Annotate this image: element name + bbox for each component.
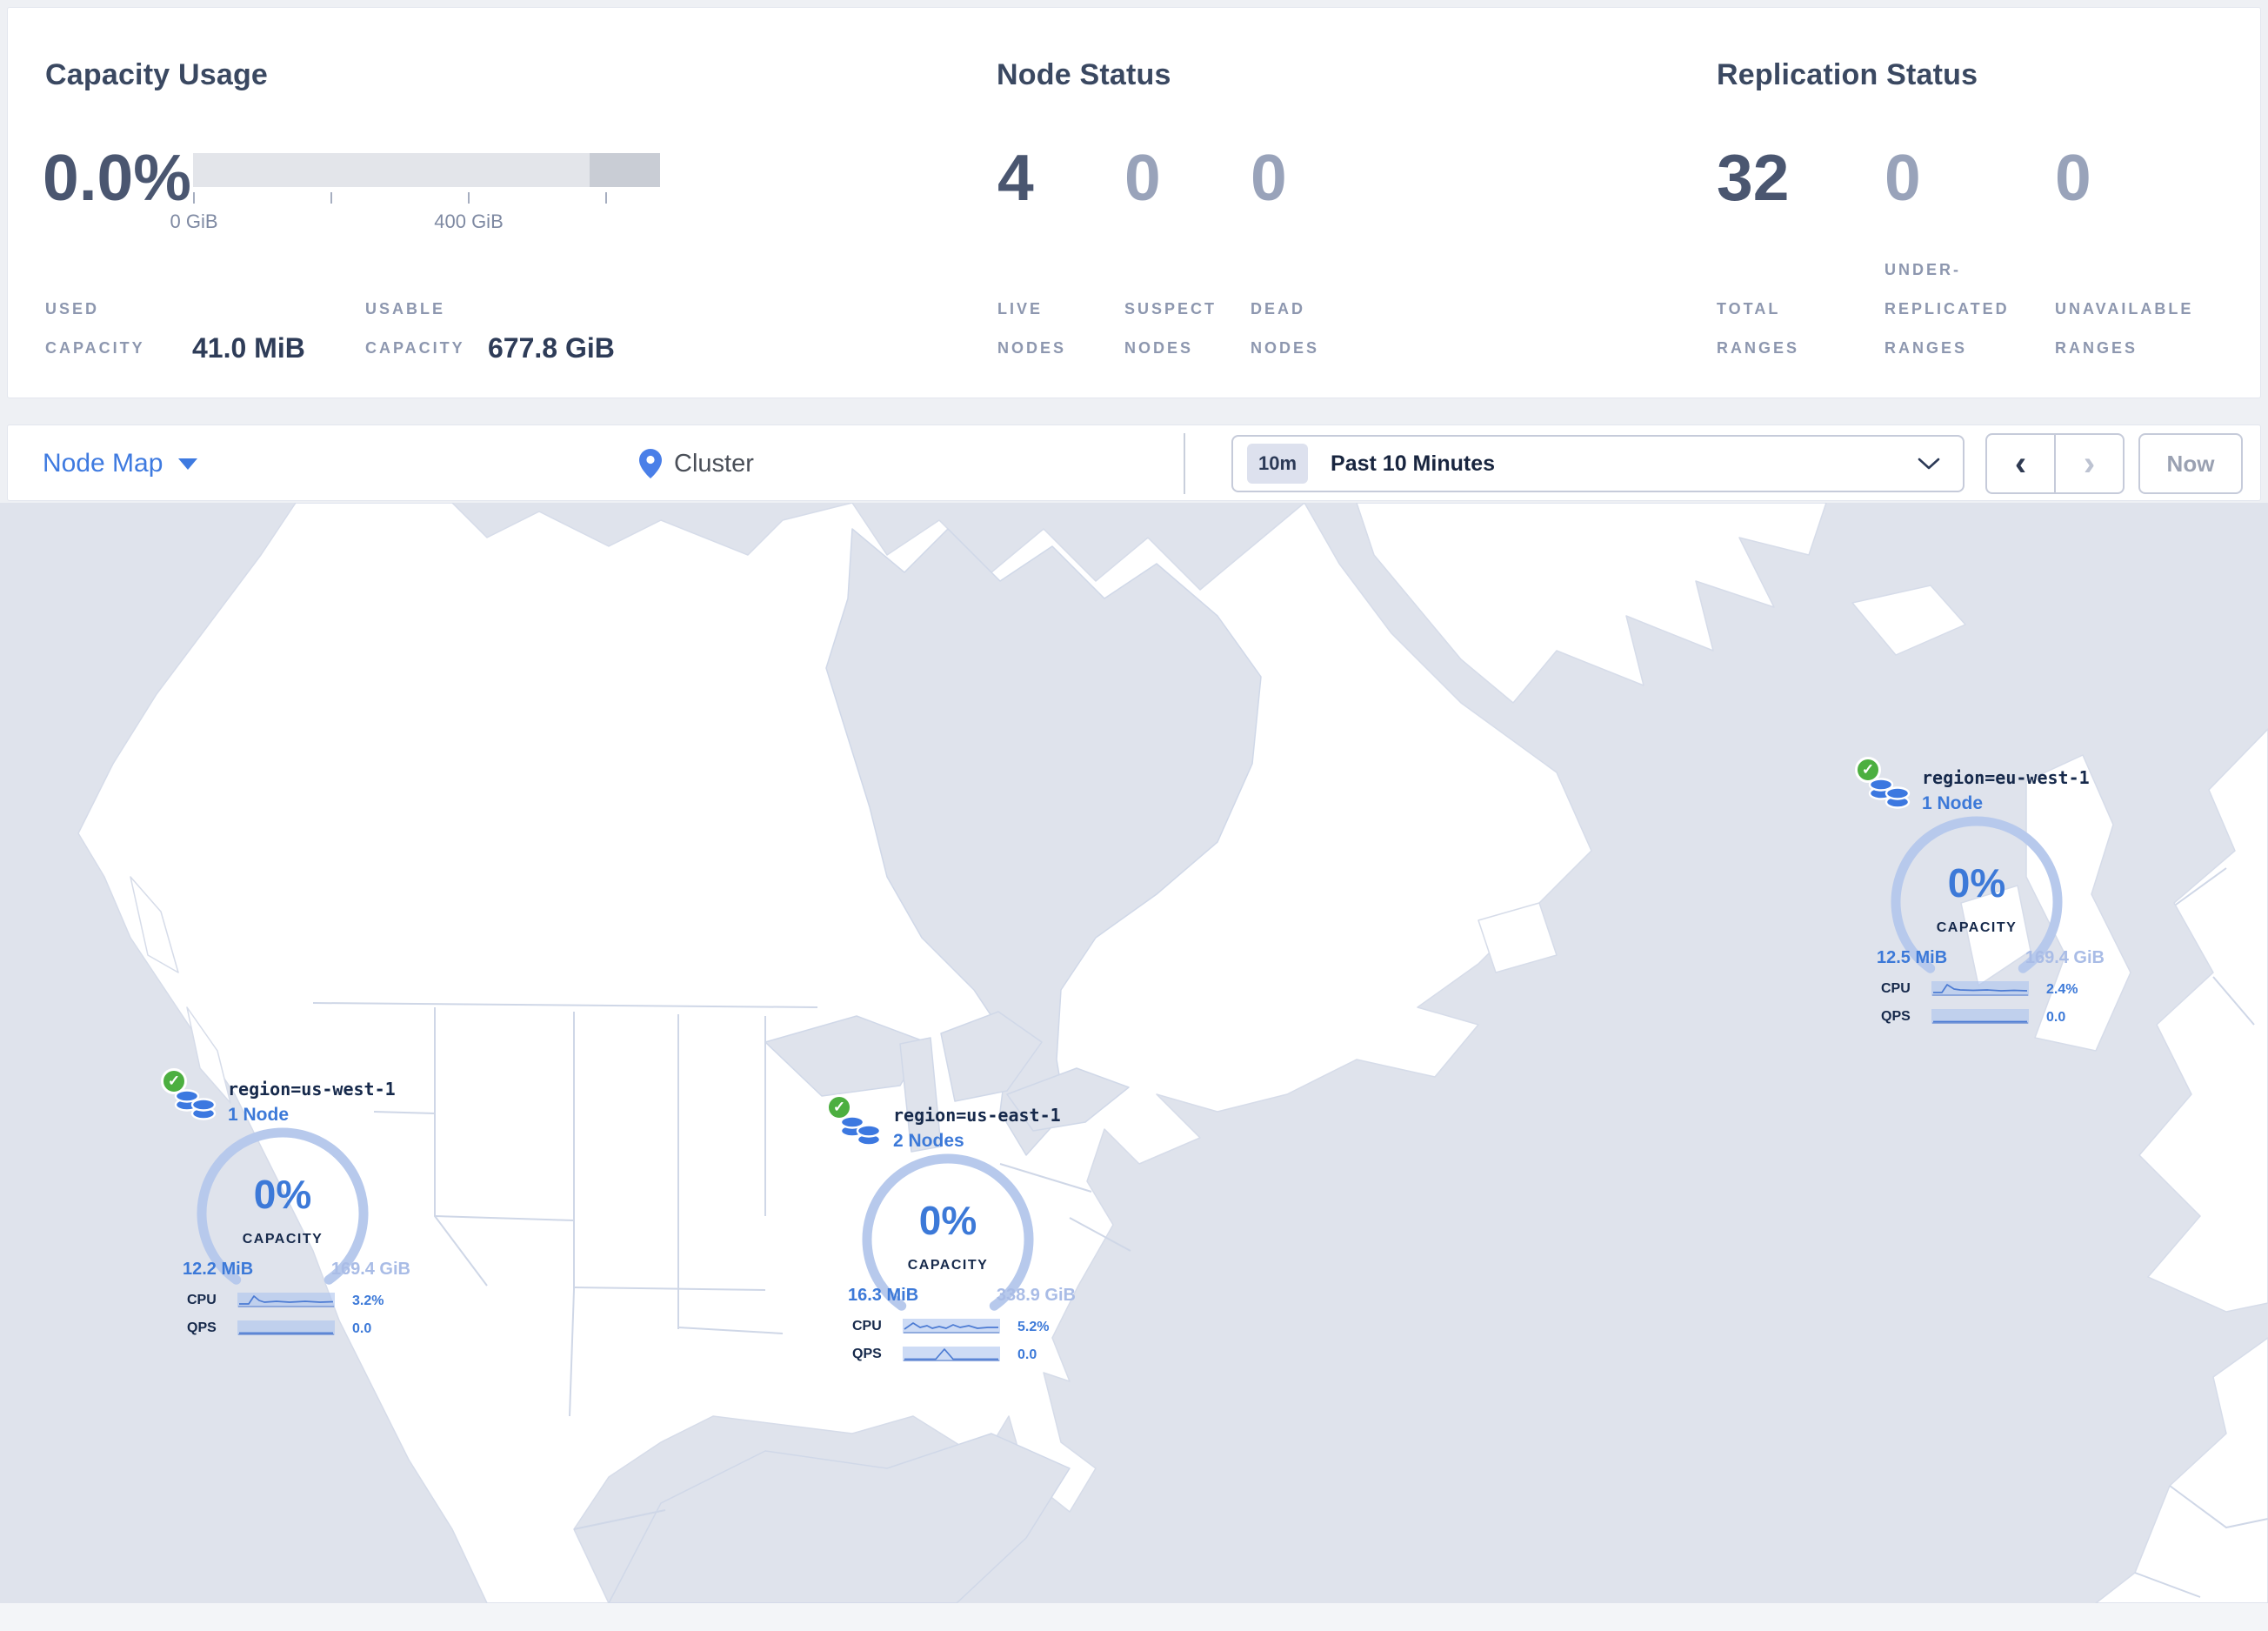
database-stack-icon <box>174 1089 217 1120</box>
region-capacity-percent: 0% <box>1947 860 2006 906</box>
next-time-button[interactable]: › <box>2056 435 2123 492</box>
cpu-value: 3.2% <box>352 1293 384 1308</box>
qps-label: QPS <box>852 1347 882 1361</box>
region-marker-us-east-1[interactable]: ✓ region=us-east-1 2 Nodes 0% CAPACITY 1… <box>826 1094 1097 1381</box>
unavailable-ranges-label-line1: UNAVAILABLE <box>2055 300 2194 318</box>
capacity-usage-title: Capacity Usage <box>45 58 269 91</box>
suspect-nodes-label-line2: NODES <box>1124 339 1194 357</box>
live-nodes-label-line1: LIVE <box>997 300 1044 318</box>
breadcrumb-label: Cluster <box>674 449 754 478</box>
page-footer-strip <box>0 1603 2268 1631</box>
suspect-nodes-label-line1: SUSPECT <box>1124 300 1217 318</box>
under-replicated-label-line3: RANGES <box>1884 339 1968 357</box>
cluster-summary-panel: Capacity Usage 0.0% 0 GiB 400 GiB USED C… <box>7 7 2261 398</box>
axis-tick <box>330 192 332 204</box>
region-capacity-label: CAPACITY <box>907 1258 989 1273</box>
region-total-capacity: 338.9 GiB <box>996 1286 1076 1305</box>
axis-tick-label-low: 0 GiB <box>170 211 218 232</box>
capacity-usage-bar-other-segment <box>590 153 660 187</box>
database-stack-icon <box>839 1115 882 1146</box>
region-capacity-percent: 0% <box>918 1198 977 1243</box>
capacity-usage-bar <box>193 153 660 187</box>
qps-label: QPS <box>1881 1009 1911 1024</box>
under-replicated-label-line2: REPLICATED <box>1884 300 2010 318</box>
region-used-capacity: 12.5 MiB <box>1877 948 1948 967</box>
chevron-right-icon: › <box>2083 445 2096 483</box>
cpu-sparkline <box>237 1293 335 1307</box>
database-stack-icon <box>1868 778 1911 809</box>
qps-sparkline <box>1931 1009 2029 1024</box>
usable-capacity-value: 677.8 GiB <box>488 332 615 364</box>
usable-capacity-label-line1: USABLE <box>365 300 446 318</box>
cpu-value: 5.2% <box>1017 1320 1050 1334</box>
toolbar-divider <box>1184 433 1185 494</box>
breadcrumb-cluster[interactable]: Cluster <box>639 425 754 502</box>
cpu-label: CPU <box>187 1293 217 1307</box>
unavailable-ranges-label-line2: RANGES <box>2055 339 2138 357</box>
time-range-label: Past 10 Minutes <box>1331 451 1495 476</box>
region-used-capacity: 16.3 MiB <box>848 1286 919 1305</box>
region-marker-us-west-1[interactable]: ✓ region=us-west-1 1 Node 0% CAPACITY 12… <box>161 1068 432 1355</box>
used-capacity-value: 41.0 MiB <box>192 332 305 364</box>
dead-nodes-label-line1: DEAD <box>1251 300 1306 318</box>
time-range-dropdown[interactable]: 10m Past 10 Minutes <box>1231 435 1964 492</box>
now-button[interactable]: Now <box>2138 433 2243 494</box>
qps-label: QPS <box>187 1320 217 1335</box>
map-pin-icon <box>639 449 662 478</box>
qps-sparkline <box>903 1347 1000 1361</box>
cpu-label: CPU <box>1881 981 1911 996</box>
region-total-capacity: 169.4 GiB <box>330 1260 410 1279</box>
prev-time-button[interactable]: ‹ <box>1987 435 2056 492</box>
time-step-buttons: ‹ › <box>1985 433 2125 494</box>
region-name: region=us-east-1 <box>893 1105 1061 1126</box>
used-capacity-label-line1: USED <box>45 300 100 318</box>
time-range-badge: 10m <box>1247 444 1309 484</box>
map-toolbar: Node Map Cluster 10m Past 10 Minutes ‹ ›… <box>7 424 2261 501</box>
live-nodes-count: 4 <box>997 141 1034 214</box>
total-ranges-label-line1: TOTAL <box>1717 300 1781 318</box>
qps-sparkline <box>237 1320 335 1335</box>
live-nodes-label-line2: NODES <box>997 339 1067 357</box>
under-replicated-ranges-count: 0 <box>1884 141 1921 214</box>
axis-tick-label-high: 400 GiB <box>434 211 504 232</box>
capacity-usage-percent: 0.0% <box>43 141 191 214</box>
region-name: region=us-west-1 <box>228 1079 396 1100</box>
view-selector-label: Node Map <box>43 449 163 478</box>
unavailable-ranges-count: 0 <box>2055 141 2091 214</box>
node-map: ✓ region=us-west-1 1 Node 0% CAPACITY 12… <box>0 503 2268 1603</box>
chevron-down-icon <box>178 458 198 470</box>
region-marker-eu-west-1[interactable]: ✓ region=eu-west-1 1 Node 0% CAPACITY 12… <box>1855 757 2126 1044</box>
usable-capacity-label-line2: CAPACITY <box>365 339 465 357</box>
region-capacity-label: CAPACITY <box>1936 920 2018 935</box>
chevron-down-icon <box>1918 458 1940 470</box>
view-selector-dropdown[interactable]: Node Map <box>43 425 198 502</box>
world-map <box>0 503 2268 1603</box>
qps-value: 0.0 <box>352 1321 372 1336</box>
used-capacity-label-line2: CAPACITY <box>45 339 145 357</box>
region-used-capacity: 12.2 MiB <box>183 1260 254 1279</box>
cpu-value: 2.4% <box>2046 982 2078 997</box>
axis-tick <box>193 192 195 204</box>
axis-tick <box>605 192 607 204</box>
cpu-sparkline <box>903 1319 1000 1334</box>
dead-nodes-label-line2: NODES <box>1251 339 1320 357</box>
cpu-sparkline <box>1931 981 2029 996</box>
cpu-label: CPU <box>852 1319 882 1334</box>
chevron-left-icon: ‹ <box>2014 445 2027 483</box>
total-ranges-count: 32 <box>1717 141 1790 214</box>
replication-status-title: Replication Status <box>1717 58 1978 91</box>
qps-value: 0.0 <box>2046 1010 2066 1025</box>
under-replicated-label-line1: UNDER- <box>1884 261 1961 278</box>
node-status-title: Node Status <box>997 58 1171 91</box>
region-capacity-label: CAPACITY <box>242 1232 324 1247</box>
region-total-capacity: 169.4 GiB <box>2025 948 2105 967</box>
qps-value: 0.0 <box>1017 1347 1037 1362</box>
axis-tick <box>468 192 470 204</box>
dead-nodes-count: 0 <box>1251 141 1287 214</box>
region-capacity-percent: 0% <box>253 1172 312 1217</box>
region-name: region=eu-west-1 <box>1922 767 2090 788</box>
total-ranges-label-line2: RANGES <box>1717 339 1800 357</box>
suspect-nodes-count: 0 <box>1124 141 1161 214</box>
